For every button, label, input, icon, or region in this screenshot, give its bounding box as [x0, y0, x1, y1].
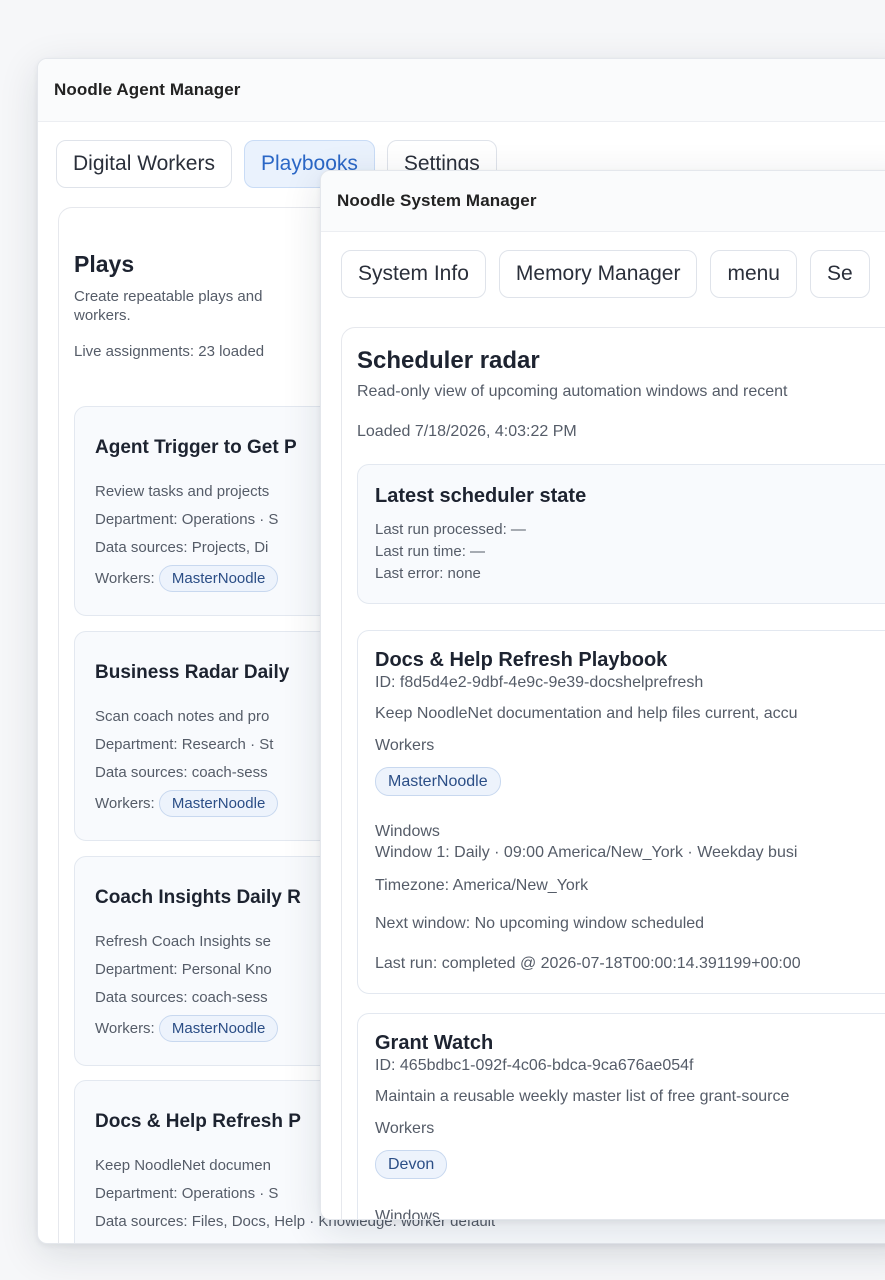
playbook-title: Grant Watch — [375, 1032, 494, 1054]
tab-settings[interactable]: Se — [809, 250, 870, 298]
last-run-time: Last run time: — — [375, 543, 486, 560]
worker-chip[interactable]: MasterNoodle — [158, 565, 279, 592]
radar-loaded-time: Loaded 7/18/2026, 4:03:22 PM — [357, 423, 577, 440]
window-schedule: Window 1: Daily · 09:00 America/New_York… — [375, 844, 798, 861]
tab-bar: System Info Memory Manager menu Se — [321, 232, 885, 298]
playbook-description: Maintain a reusable weekly master list o… — [375, 1088, 790, 1105]
workers-label: Workers: — [95, 1020, 155, 1037]
play-description: Keep NoodleNet documen — [95, 1157, 271, 1174]
tab-menu[interactable]: menu — [710, 250, 797, 298]
tab-system-info[interactable]: System Info — [341, 250, 486, 298]
play-title: Coach Insights Daily R — [95, 887, 301, 908]
playbook-title: Docs & Help Refresh Playbook — [375, 649, 668, 671]
windows-label: Windows — [375, 1208, 440, 1220]
play-description: Review tasks and projects — [95, 483, 270, 500]
plays-description-line: workers. — [74, 307, 131, 324]
play-department: Department: Research · St — [95, 736, 274, 753]
playbook-workers: Devon — [375, 1150, 448, 1179]
workers-label: Workers — [375, 1120, 435, 1137]
plays-description-line: Create repeatable plays and — [74, 288, 263, 305]
system-manager-window: Noodle System Manager System Info Memory… — [320, 170, 885, 1220]
play-workers: Workers: MasterNoodle — [95, 790, 279, 817]
plays-heading: Plays — [74, 251, 135, 277]
windows-label: Windows — [375, 823, 440, 840]
radar-heading: Scheduler radar — [357, 347, 540, 374]
playbook-timezone: Timezone: America/New_York — [375, 877, 589, 894]
scheduler-state-card: Latest scheduler state Last run processe… — [357, 464, 885, 604]
play-department: Department: Personal Kno — [95, 961, 272, 978]
play-workers: Workers: MasterNoodle — [95, 1015, 279, 1042]
tab-digital-workers[interactable]: Digital Workers — [56, 140, 232, 188]
last-run: Last run: completed @ 2026-07-18T00:00:1… — [375, 955, 801, 972]
playbook-card[interactable]: Docs & Help Refresh Playbook ID: f8d5d4e… — [357, 630, 885, 994]
plays-description: Create repeatable plays and workers. — [74, 287, 324, 325]
workers-label: Workers: — [95, 570, 155, 587]
tab-memory-manager[interactable]: Memory Manager — [498, 250, 698, 298]
window-title: Noodle System Manager — [321, 171, 885, 232]
playbook-workers: MasterNoodle — [375, 767, 501, 796]
play-description: Refresh Coach Insights se — [95, 933, 271, 950]
worker-chip[interactable]: Devon — [375, 1150, 448, 1179]
live-assignments: Live assignments: 23 loaded — [74, 343, 265, 360]
play-title: Agent Trigger to Get P — [95, 437, 297, 458]
window-title: Noodle Agent Manager — [38, 59, 885, 122]
next-window: Next window: No upcoming window schedule… — [375, 915, 705, 932]
play-data-sources: Data sources: coach-sess — [95, 989, 268, 1006]
workers-label: Workers — [375, 737, 435, 754]
play-department: Department: Operations · S — [95, 511, 279, 528]
worker-chip[interactable]: MasterNoodle — [158, 1015, 279, 1042]
play-data-sources: Data sources: coach-sess — [95, 764, 268, 781]
play-data-sources: Data sources: Projects, Di — [95, 539, 269, 556]
scheduler-state-heading: Latest scheduler state — [375, 485, 587, 507]
last-error: Last error: none — [375, 565, 481, 582]
play-workers: Workers: MasterNoodle — [95, 565, 279, 592]
play-title: Business Radar Daily — [95, 662, 290, 683]
worker-chip[interactable]: MasterNoodle — [158, 790, 279, 817]
workers-label: Workers: — [95, 795, 155, 812]
playbook-card[interactable]: Grant Watch ID: 465bdbc1-092f-4c06-bdca-… — [357, 1013, 885, 1220]
playbook-id: ID: 465bdbc1-092f-4c06-bdca-9ca676ae054f — [375, 1057, 694, 1074]
worker-chip[interactable]: MasterNoodle — [375, 767, 501, 796]
last-run-processed: Last run processed: — — [375, 521, 526, 538]
play-description: Scan coach notes and pro — [95, 708, 270, 725]
playbook-description: Keep NoodleNet documentation and help fi… — [375, 705, 798, 722]
play-department: Department: Operations · S — [95, 1185, 279, 1202]
play-title: Docs & Help Refresh P — [95, 1111, 301, 1132]
radar-subtitle: Read-only view of upcoming automation wi… — [357, 383, 788, 400]
playbook-id: ID: f8d5d4e2-9dbf-4e9c-9e39-docshelprefr… — [375, 674, 704, 691]
